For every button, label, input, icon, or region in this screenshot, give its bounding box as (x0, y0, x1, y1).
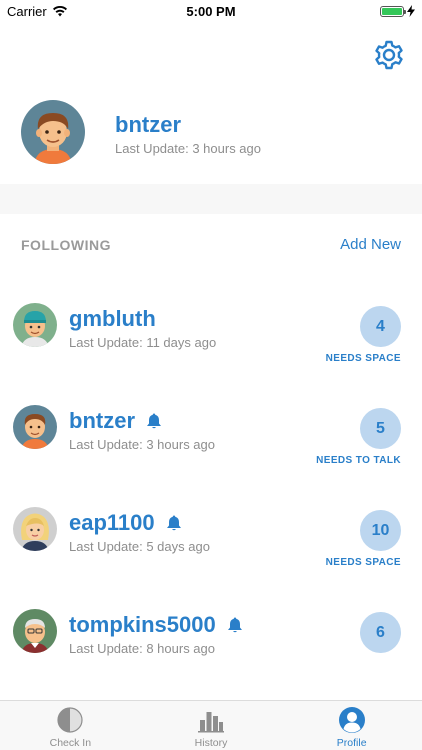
blonde-avatar-icon (13, 507, 57, 551)
following-username-text: tompkins5000 (69, 612, 216, 637)
following-last-update: Last Update: 11 days ago (69, 335, 217, 350)
score-badge: 6 (360, 612, 401, 653)
following-username-text: eap1100 (69, 510, 155, 535)
elder-avatar-icon (13, 609, 57, 653)
cap-avatar-icon (13, 303, 57, 347)
boy-avatar-icon (13, 405, 57, 449)
tab-bar: Check In History Profile (0, 700, 422, 750)
following-username-text: bntzer (69, 408, 135, 433)
following-last-update: Last Update: 5 days ago (69, 539, 210, 554)
bar-chart-icon (198, 712, 224, 733)
person-icon (338, 707, 365, 733)
tab-label: Check In (49, 737, 92, 749)
wifi-icon (52, 5, 67, 17)
following-last-update: Last Update: 3 hours ago (69, 437, 215, 452)
tab-history[interactable]: History (141, 701, 282, 750)
following-section-title: FOLLOWING (21, 237, 112, 253)
following-row-gmbluth[interactable]: gmbluth Last Update: 11 days ago 4 NEEDS… (0, 296, 422, 374)
tab-check-in[interactable]: Check In (0, 701, 141, 750)
following-username: gmbluth (69, 306, 156, 332)
half-circle-icon (57, 707, 83, 733)
bell-icon[interactable] (165, 514, 183, 532)
following-username: eap1100 (69, 510, 183, 536)
profile-last-update: Last Update: 3 hours ago (115, 141, 261, 156)
battery-icon (380, 5, 406, 17)
status-label: NEEDS SPACE (325, 557, 401, 568)
charging-icon (407, 5, 415, 17)
score-badge: 10 (360, 510, 401, 551)
profile-avatar-icon (21, 100, 85, 164)
following-row-tompkins5000[interactable]: tompkins5000 Last Update: 8 hours ago 6 (0, 602, 422, 680)
battery-level (382, 7, 402, 15)
following-last-update: Last Update: 8 hours ago (69, 641, 215, 656)
tab-profile[interactable]: Profile (281, 701, 422, 750)
tab-label: History (194, 737, 228, 749)
settings-button[interactable] (372, 38, 406, 72)
following-username-text: gmbluth (69, 306, 156, 331)
following-row-eap1100[interactable]: eap1100 Last Update: 5 days ago 10 NEEDS… (0, 500, 422, 578)
following-row-bntzer[interactable]: bntzer Last Update: 3 hours ago 5 NEEDS … (0, 398, 422, 476)
carrier-label: Carrier (7, 3, 47, 19)
score-badge: 4 (360, 306, 401, 347)
profile-header: bntzer Last Update: 3 hours ago (0, 96, 422, 172)
status-bar: Carrier 5:00 PM (0, 0, 422, 22)
gear-icon (375, 40, 403, 70)
add-new-button[interactable]: Add New (340, 236, 401, 253)
profile-username: bntzer (115, 112, 181, 137)
status-label: NEEDS SPACE (325, 353, 401, 364)
score-badge: 5 (360, 408, 401, 449)
following-username: tompkins5000 (69, 612, 244, 638)
bell-icon[interactable] (145, 412, 163, 430)
tab-label: Profile (336, 737, 367, 749)
status-label: NEEDS TO TALK (316, 455, 401, 466)
section-divider (0, 184, 422, 214)
following-username: bntzer (69, 408, 163, 434)
bell-icon[interactable] (226, 616, 244, 634)
